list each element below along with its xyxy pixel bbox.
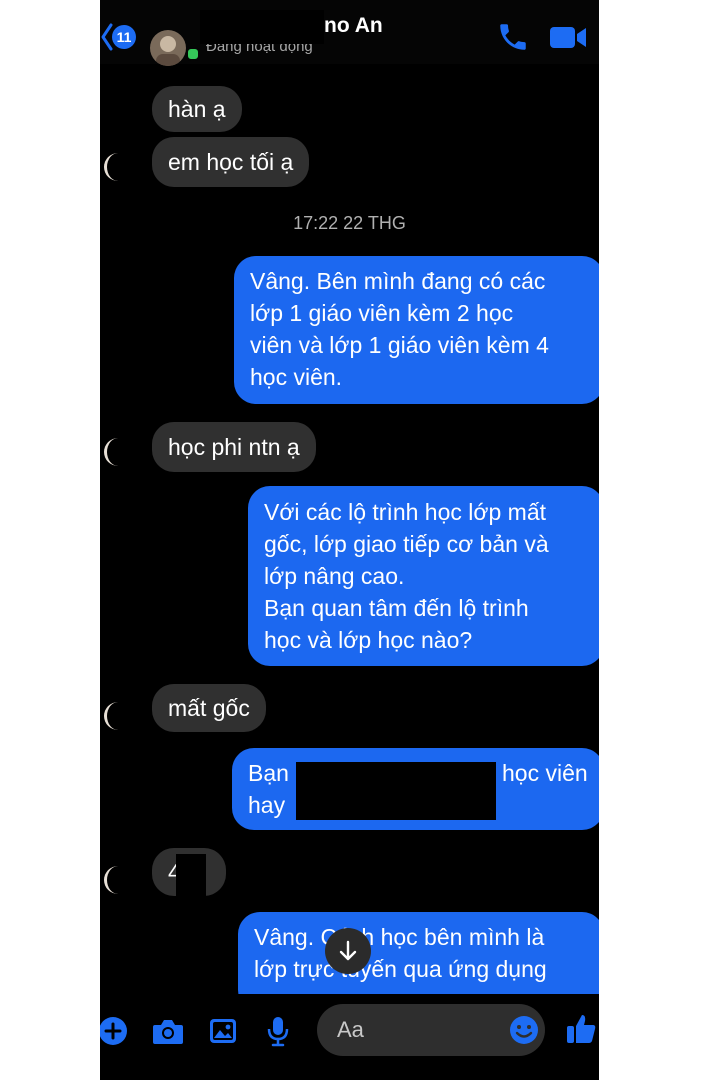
incoming-message[interactable]: em học tối ạ: [152, 137, 310, 187]
message-composer: [100, 994, 599, 1080]
message-line: lớp 1 giáo viên kèm 2 học: [250, 300, 514, 326]
message-line: lớp trực tuyến qua ứng dụng: [254, 956, 547, 982]
contact-avatar-small: [104, 866, 135, 894]
message-line: học viên.: [250, 364, 343, 390]
image-icon: [210, 1019, 236, 1043]
phone-icon: [500, 24, 526, 50]
incoming-message[interactable]: học phi ntn ạ: [152, 422, 316, 472]
video-camera-icon: [550, 27, 586, 48]
message-timestamp: 17:22 22 THG: [293, 213, 406, 233]
contact-name[interactable]: no An: [324, 14, 383, 38]
message-line: Vâng. Cách học bên mình là: [254, 924, 545, 950]
contact-avatar-small: [104, 702, 135, 730]
message-text: mất gốc: [168, 695, 250, 721]
message-line: Với các lộ trình học lớp mất: [264, 499, 546, 525]
message-text: học viên: [502, 760, 588, 786]
outgoing-message[interactable]: Vâng. Bên mình đang có các lớp 1 giáo vi…: [234, 256, 599, 404]
incoming-message[interactable]: mất gốc: [152, 684, 266, 732]
like-button[interactable]: [564, 1012, 598, 1046]
redaction-box: [296, 762, 496, 820]
redaction-box: [176, 854, 206, 898]
contact-avatar-small: [104, 438, 135, 466]
video-call-button[interactable]: [548, 20, 588, 54]
message-line: học và lớp học nào?: [264, 627, 473, 653]
message-line: gốc, lớp giao tiếp cơ bản và: [264, 531, 549, 557]
online-indicator: [186, 47, 200, 61]
gallery-button[interactable]: [206, 1014, 240, 1048]
back-button[interactable]: 11: [100, 20, 140, 54]
emoji-button[interactable]: [508, 1014, 540, 1046]
redaction-box: [200, 10, 324, 44]
voice-call-button[interactable]: [496, 20, 530, 54]
camera-icon: [153, 1020, 183, 1044]
voice-record-button[interactable]: [261, 1014, 295, 1048]
message-line: Vâng. Bên mình đang có các: [250, 268, 546, 294]
thumbs-up-icon: [567, 1015, 596, 1043]
contact-avatar-small: [104, 153, 135, 181]
scroll-to-bottom-button[interactable]: [325, 928, 371, 974]
contact-avatar[interactable]: [150, 30, 186, 66]
chat-header: 11 Đang hoạt động no An: [100, 0, 599, 66]
microphone-icon: [267, 1017, 289, 1047]
unread-count-badge: 11: [112, 25, 136, 49]
message-text: Bạn: [248, 760, 289, 786]
emoji-icon: [510, 1016, 538, 1044]
outgoing-message[interactable]: Với các lộ trình học lớp mất gốc, lớp gi…: [248, 486, 599, 666]
message-line: viên và lớp 1 giáo viên kèm 4: [250, 332, 549, 358]
message-text: học phi ntn ạ: [168, 434, 300, 460]
plus-icon: [100, 1017, 127, 1045]
camera-button[interactable]: [151, 1014, 185, 1048]
message-line: Bạn quan tâm đến lộ trình: [264, 595, 529, 621]
arrow-down-icon: [339, 940, 357, 961]
message-text: em học tối ạ: [168, 149, 294, 175]
chat-screen: 11 Đang hoạt động no An hàn ạ em học tối…: [100, 0, 599, 1080]
message-line: lớp nâng cao.: [264, 563, 405, 589]
message-text: hàn ạ: [168, 96, 226, 122]
more-actions-button[interactable]: [100, 1014, 130, 1048]
incoming-message[interactable]: hàn ạ: [152, 86, 242, 132]
